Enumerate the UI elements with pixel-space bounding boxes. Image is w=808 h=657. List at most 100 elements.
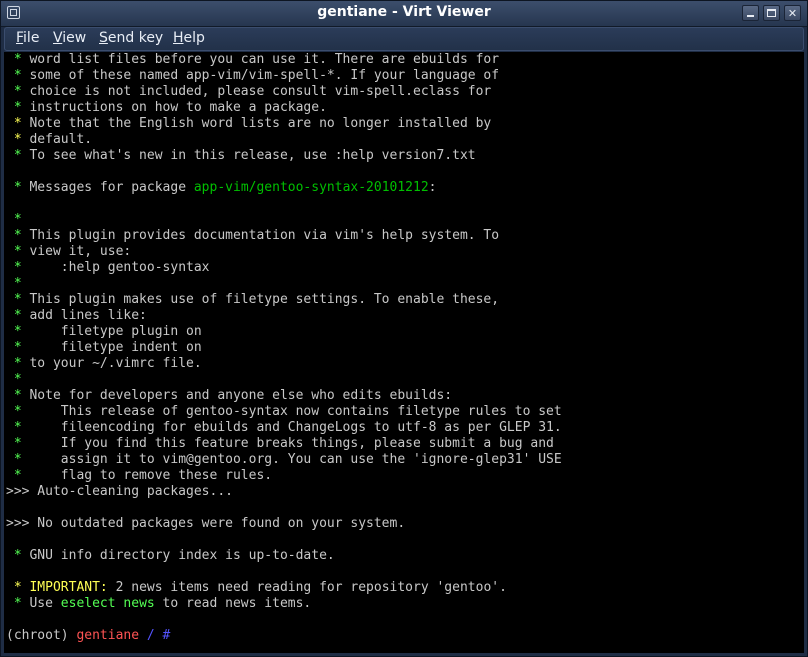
menu-help[interactable]: Help xyxy=(173,30,205,46)
terminal-line: * This plugin provides documentation via… xyxy=(6,228,562,244)
menu-send-key[interactable]: Send key xyxy=(99,30,163,46)
terminal-text: some of these named app-vim/vim-spell-*.… xyxy=(29,68,500,83)
terminal-text: (chroot) xyxy=(6,628,77,643)
terminal-line: * This plugin makes use of filetype sett… xyxy=(6,292,562,308)
terminal-text: * xyxy=(6,404,30,419)
maximize-button[interactable] xyxy=(763,5,780,21)
terminal-line: * GNU info directory index is up-to-date… xyxy=(6,548,562,564)
terminal-text: Use xyxy=(29,596,61,611)
window-title: gentiane - Virt Viewer xyxy=(317,4,491,20)
terminal-text: * xyxy=(6,212,30,227)
terminal-text: instructions on how to make a package. xyxy=(29,100,327,115)
terminal-text: Note that the English word lists are no … xyxy=(29,116,492,131)
terminal-text: filetype indent on xyxy=(29,340,202,355)
terminal-text: * xyxy=(6,468,30,483)
terminal-line: * :help gentoo-syntax xyxy=(6,260,562,276)
terminal-line: * xyxy=(6,276,562,292)
terminal-text: assign it to vim@gentoo.org. You can use… xyxy=(29,452,562,467)
terminal-line: * flag to remove these rules. xyxy=(6,468,562,484)
terminal-line: * xyxy=(6,372,562,388)
terminal-line: * filetype indent on xyxy=(6,340,562,356)
terminal-text: * xyxy=(6,148,30,163)
terminal-text: If you find this feature breaks things, … xyxy=(29,436,554,451)
terminal-text: >>> Auto-cleaning packages... xyxy=(6,484,233,499)
terminal-text: fileencoding for ebuilds and ChangeLogs … xyxy=(29,420,562,435)
terminal-text: app-vim/gentoo-syntax-20101212 xyxy=(193,180,429,195)
terminal-text: add lines like: xyxy=(29,308,147,323)
terminal-text: word list files before you can use it. T… xyxy=(29,52,500,67)
terminal-text: filetype plugin on xyxy=(29,324,202,339)
terminal-text: * xyxy=(6,308,30,323)
terminal-text: Messages for package xyxy=(29,180,194,195)
terminal-text: eselect news xyxy=(60,596,155,611)
terminal-line: * word list files before you can use it.… xyxy=(6,52,562,68)
terminal-line: * filetype plugin on xyxy=(6,324,562,340)
terminal-line: * to your ~/.vimrc file. xyxy=(6,356,562,372)
terminal-text: default. xyxy=(29,132,93,147)
terminal-text: This plugin makes use of filetype settin… xyxy=(29,292,500,307)
terminal-text: * xyxy=(6,340,30,355)
terminal-line: * view it, use: xyxy=(6,244,562,260)
minimize-button[interactable] xyxy=(742,5,759,21)
terminal-text: to your ~/.vimrc file. xyxy=(29,356,202,371)
terminal-text: * xyxy=(6,260,30,275)
menu-bar: File View Send key Help xyxy=(4,27,804,51)
terminal-text: * xyxy=(6,436,30,451)
terminal-line: * assign it to vim@gentoo.org. You can u… xyxy=(6,452,562,468)
terminal-line: * This release of gentoo-syntax now cont… xyxy=(6,404,562,420)
terminal-text: * xyxy=(6,388,30,403)
terminal-text: * xyxy=(6,324,30,339)
terminal-text: * xyxy=(6,84,30,99)
terminal-line: * add lines like: xyxy=(6,308,562,324)
terminal-text: view it, use: xyxy=(29,244,132,259)
terminal-text: * xyxy=(6,276,30,291)
terminal-text: IMPORTANT: xyxy=(29,580,108,595)
terminal-text: * xyxy=(6,372,30,387)
terminal-line: * choice is not included, please consult… xyxy=(6,84,562,100)
terminal-output: * word list files before you can use it.… xyxy=(6,52,562,644)
terminal-text: GNU info directory index is up-to-date. xyxy=(29,548,335,563)
guest-console-display[interactable]: * word list files before you can use it.… xyxy=(4,52,804,653)
menu-view[interactable]: View xyxy=(53,30,86,46)
terminal-text: * xyxy=(6,244,30,259)
terminal-text: * xyxy=(6,180,30,195)
terminal-text: * xyxy=(6,132,30,147)
terminal-text: * xyxy=(6,52,30,67)
terminal-text: flag to remove these rules. xyxy=(29,468,273,483)
terminal-text: Note for developers and anyone else who … xyxy=(29,388,453,403)
title-bar[interactable]: gentiane - Virt Viewer ✕ xyxy=(1,1,807,27)
terminal-line: * IMPORTANT: 2 news items need reading f… xyxy=(6,580,562,596)
terminal-text: choice is not included, please consult v… xyxy=(29,84,492,99)
terminal-text: This plugin provides documentation via v… xyxy=(29,228,500,243)
terminal-text: >>> No outdated packages were found on y… xyxy=(6,516,406,531)
terminal-line: >>> Auto-cleaning packages... xyxy=(6,484,562,500)
terminal-line: * xyxy=(6,212,562,228)
terminal-line: * fileencoding for ebuilds and ChangeLog… xyxy=(6,420,562,436)
menu-file[interactable]: File xyxy=(16,30,39,46)
terminal-text: * xyxy=(6,548,30,563)
terminal-line: * some of these named app-vim/vim-spell-… xyxy=(6,68,562,84)
terminal-text: * xyxy=(6,580,30,595)
terminal-line: * To see what's new in this release, use… xyxy=(6,148,562,164)
terminal-text: 2 news items need reading for repository… xyxy=(107,580,507,595)
terminal-text: To see what's new in this release, use :… xyxy=(29,148,476,163)
terminal-text: This release of gentoo-syntax now contai… xyxy=(29,404,562,419)
virt-viewer-window: gentiane - Virt Viewer ✕ File View Send … xyxy=(0,0,808,657)
terminal-text: : xyxy=(428,180,437,195)
terminal-text: to read news items. xyxy=(154,596,312,611)
terminal-line: (chroot) gentiane / # xyxy=(6,628,562,644)
terminal-line: * default. xyxy=(6,132,562,148)
terminal-text: * xyxy=(6,596,30,611)
terminal-line: * Note that the English word lists are n… xyxy=(6,116,562,132)
close-button[interactable]: ✕ xyxy=(784,5,801,21)
terminal-text: :help gentoo-syntax xyxy=(29,260,210,275)
terminal-text: * xyxy=(6,420,30,435)
terminal-line: * If you find this feature breaks things… xyxy=(6,436,562,452)
